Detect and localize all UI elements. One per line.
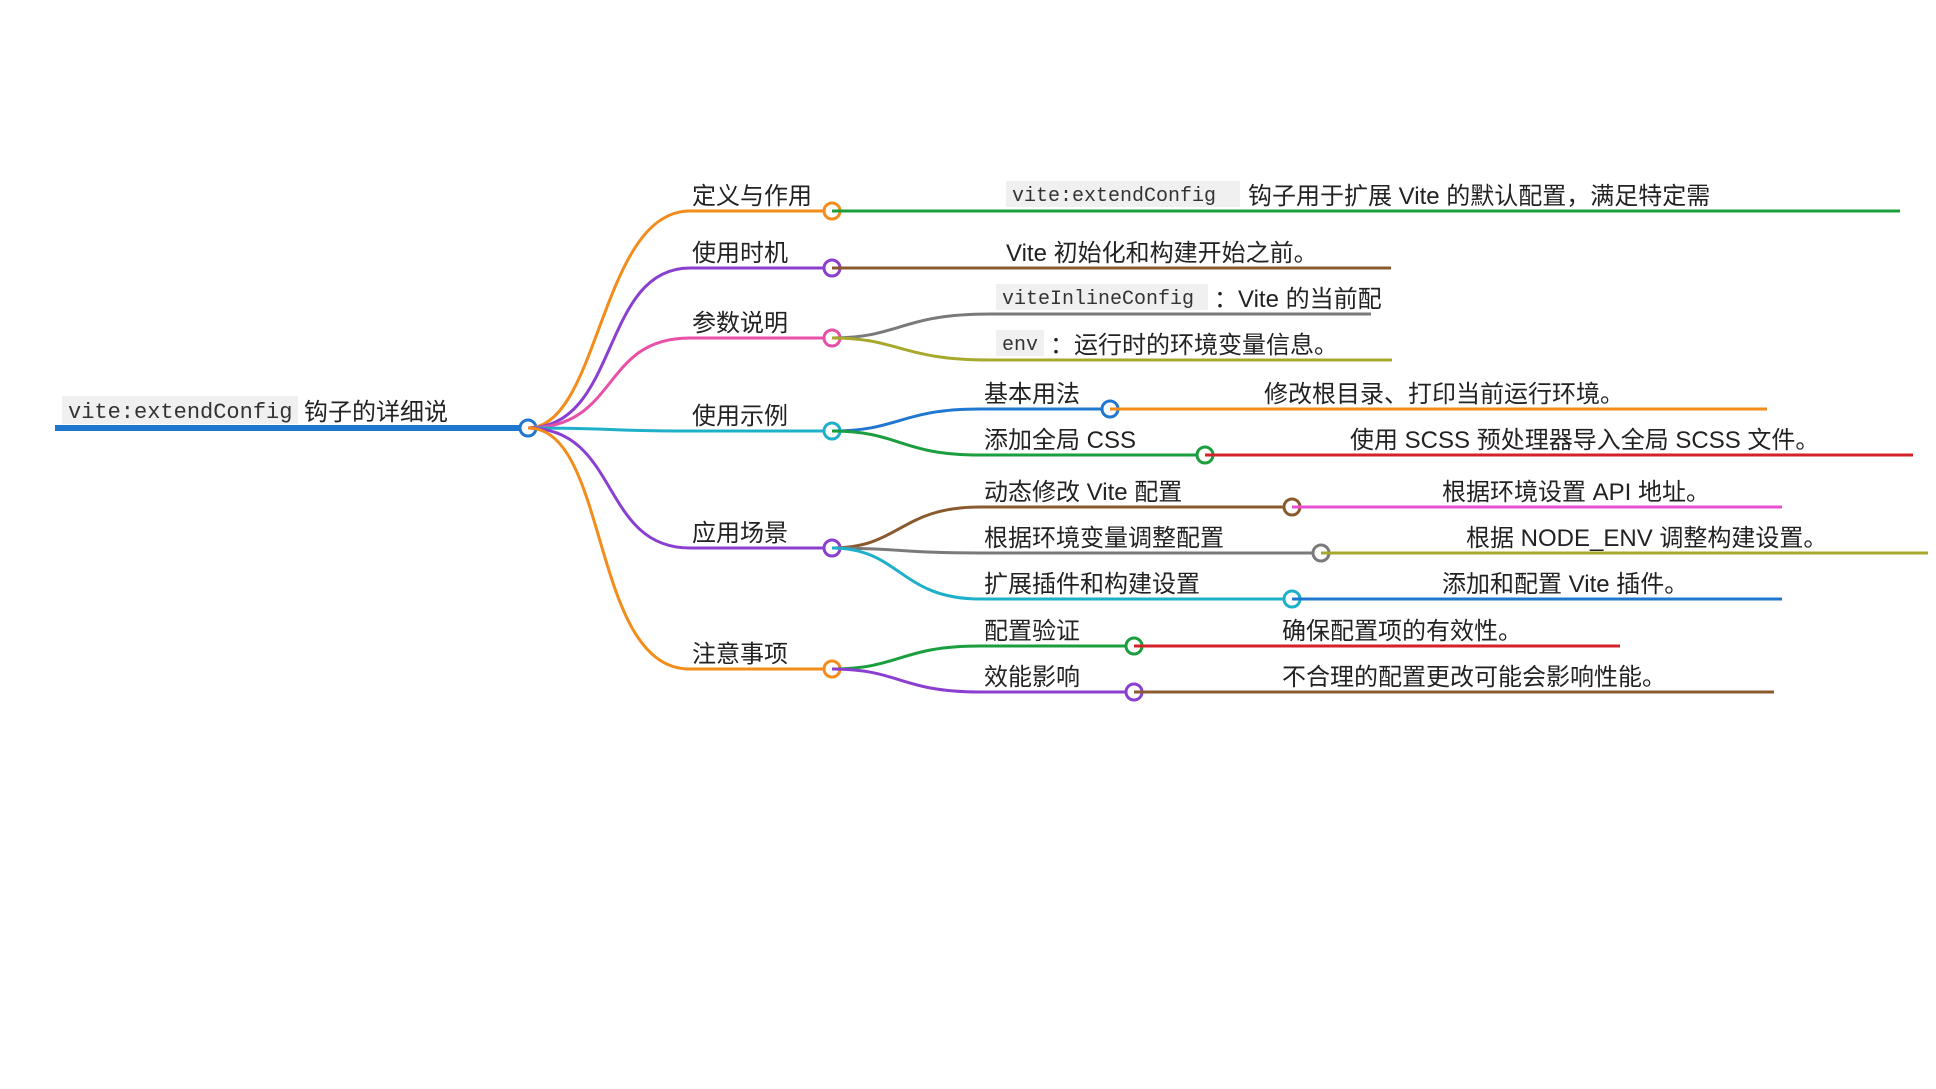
b3-leaf2-text: ：运行时的环境变量信息。 bbox=[1050, 332, 1338, 359]
b5-c1-label: 动态修改 Vite 配置 bbox=[984, 479, 1182, 506]
b3-leaf1-code: viteInlineConfig bbox=[1002, 288, 1194, 311]
b5-c2-leaf: 根据 NODE_ENV 调整构建设置。 bbox=[1466, 525, 1827, 552]
branch-b6-path bbox=[528, 428, 690, 669]
b5-c3-leaf: 添加和配置 Vite 插件。 bbox=[1442, 571, 1688, 598]
b5-c2-label: 根据环境变量调整配置 bbox=[984, 525, 1224, 552]
b2-leaf-text: Vite 初始化和构建开始之前。 bbox=[1006, 240, 1318, 267]
root-node: vite:extendConfig 钩子的详细说 bbox=[55, 396, 536, 436]
b6-c1-leaf: 确保配置项的有效性。 bbox=[1282, 618, 1522, 645]
b6-c2-leaf: 不合理的配置更改可能会影响性能。 bbox=[1282, 664, 1666, 691]
b5-c3-label: 扩展插件和构建设置 bbox=[984, 571, 1200, 598]
b2-label: 使用时机 bbox=[692, 240, 788, 267]
b6-label: 注意事项 bbox=[692, 641, 788, 668]
b3-label: 参数说明 bbox=[692, 310, 788, 337]
mindmap-canvas: vite:extendConfig 钩子的详细说 定义与作用 vite:exte… bbox=[0, 0, 1936, 1089]
b4-label: 使用示例 bbox=[692, 403, 788, 430]
b4-c2-label: 添加全局 CSS bbox=[984, 427, 1136, 454]
b6-c2-label: 效能影响 bbox=[984, 664, 1080, 691]
branch-b5-path bbox=[528, 428, 690, 548]
b3-leaf1-text: ：Vite 的当前配 bbox=[1214, 286, 1382, 313]
branch-b1-path bbox=[528, 211, 690, 428]
b1-leaf-text: 钩子用于扩展 Vite 的默认配置，满足特定需 bbox=[1248, 183, 1710, 210]
b5-label: 应用场景 bbox=[692, 520, 788, 547]
b4-c1-leaf: 修改根目录、打印当前运行环境。 bbox=[1264, 381, 1624, 408]
b1-label: 定义与作用 bbox=[692, 183, 812, 210]
b6-c1-label: 配置验证 bbox=[984, 618, 1080, 645]
root-label: 钩子的详细说 bbox=[304, 399, 448, 426]
root-code: vite:extendConfig bbox=[68, 400, 292, 425]
b4-c2-leaf: 使用 SCSS 预处理器导入全局 SCSS 文件。 bbox=[1350, 427, 1819, 454]
b3-leaf2-code: env bbox=[1002, 334, 1038, 357]
b4-c1-label: 基本用法 bbox=[984, 381, 1080, 408]
branch-b2-path bbox=[528, 268, 690, 428]
b5-c1-leaf: 根据环境设置 API 地址。 bbox=[1442, 479, 1710, 506]
b1-leaf-code: vite:extendConfig bbox=[1012, 185, 1216, 208]
